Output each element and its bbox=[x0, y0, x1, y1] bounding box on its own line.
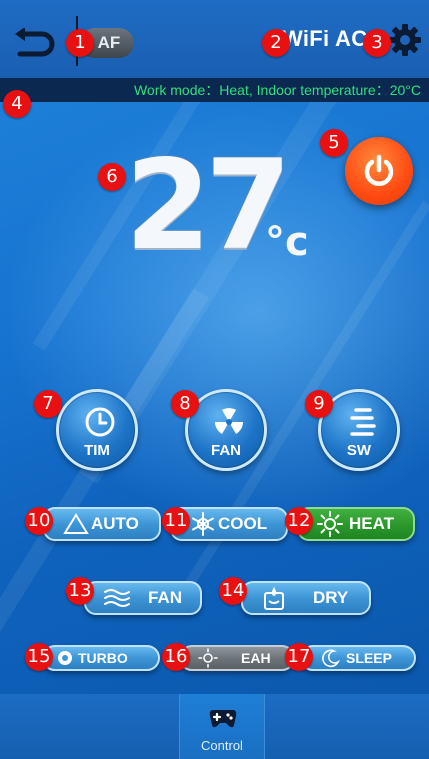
gamepad-icon bbox=[209, 710, 237, 728]
sun-icon bbox=[317, 511, 343, 537]
marker-7: 7 bbox=[34, 390, 62, 418]
marker-14: 14 bbox=[219, 577, 247, 605]
mode-auto-button[interactable]: AUTO bbox=[43, 507, 161, 541]
eah-button[interactable]: EAH bbox=[179, 645, 295, 671]
mode-dry-label: DRY bbox=[313, 588, 349, 607]
sun-icon bbox=[198, 648, 218, 668]
marker-16: 16 bbox=[162, 643, 190, 671]
temperature-unit: °c bbox=[265, 219, 309, 265]
swing-button-label: SW bbox=[346, 442, 372, 459]
snowflake-icon bbox=[192, 512, 214, 536]
marker-17: 17 bbox=[285, 643, 313, 671]
mode-heat-button[interactable]: HEAT bbox=[297, 507, 415, 541]
temperature-display: 27 °c bbox=[125, 144, 309, 272]
status-bar: Work mode：Heat, Indoor temperature：20°C bbox=[0, 78, 429, 102]
power-button[interactable] bbox=[345, 137, 413, 205]
mode-fan-label: FAN bbox=[148, 588, 182, 607]
timer-button-label: TIM bbox=[84, 442, 110, 459]
fan-speed-button-label: FAN bbox=[211, 442, 241, 459]
turbo-button[interactable]: TURBO bbox=[42, 645, 160, 671]
mode-heat-label: HEAT bbox=[349, 514, 395, 533]
eah-label: EAH bbox=[241, 650, 271, 666]
sleep-button[interactable]: SLEEP bbox=[300, 645, 416, 671]
turbo-label: TURBO bbox=[78, 650, 128, 666]
sleep-label: SLEEP bbox=[346, 650, 392, 666]
settings-button[interactable] bbox=[388, 23, 422, 57]
nav-tab-control[interactable]: Control bbox=[179, 694, 265, 759]
marker-15: 15 bbox=[25, 643, 53, 671]
back-button[interactable] bbox=[12, 27, 56, 58]
marker-13: 13 bbox=[66, 577, 94, 605]
droplet-cup-icon bbox=[264, 587, 284, 610]
back-arrow-icon bbox=[15, 27, 55, 57]
marker-2: 2 bbox=[262, 29, 290, 57]
clock-icon bbox=[85, 407, 115, 437]
gear-icon bbox=[389, 24, 421, 56]
timer-button[interactable]: TIM bbox=[56, 389, 138, 471]
marker-8: 8 bbox=[171, 390, 199, 418]
wind-waves-icon bbox=[104, 589, 130, 607]
marker-10: 10 bbox=[25, 507, 53, 535]
marker-12: 12 bbox=[285, 507, 313, 535]
temperature-value: 27 bbox=[125, 134, 292, 278]
swing-lines-icon bbox=[350, 408, 376, 436]
mode-dry-button[interactable]: DRY bbox=[241, 581, 371, 615]
moon-icon bbox=[322, 649, 341, 668]
triangle-icon bbox=[63, 513, 89, 534]
bottom-nav: Control bbox=[0, 694, 429, 759]
power-icon bbox=[364, 154, 394, 186]
turbo-icon bbox=[58, 651, 72, 665]
marker-3: 3 bbox=[363, 29, 391, 57]
fan-icon bbox=[215, 408, 243, 434]
marker-1: 1 bbox=[66, 29, 94, 57]
nav-tab-control-label: Control bbox=[201, 738, 243, 753]
marker-6: 6 bbox=[98, 163, 126, 191]
device-name: WiFi AC bbox=[282, 26, 368, 51]
mode-fan-button[interactable]: FAN bbox=[84, 581, 202, 615]
mode-cool-label: COOL bbox=[218, 514, 268, 533]
marker-11: 11 bbox=[162, 507, 190, 535]
marker-5: 5 bbox=[320, 129, 348, 157]
mode-auto-label: AUTO bbox=[91, 514, 139, 533]
marker-4: 4 bbox=[3, 90, 31, 118]
marker-9: 9 bbox=[305, 390, 333, 418]
